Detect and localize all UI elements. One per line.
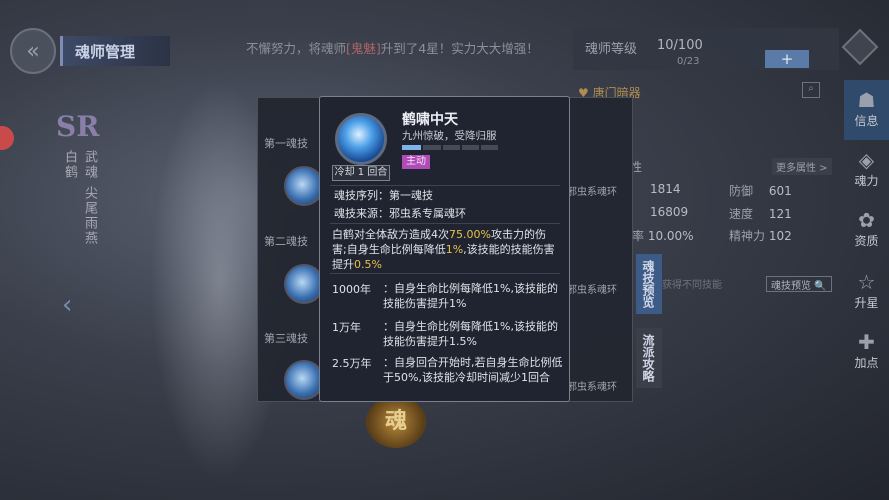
skill-icon: [335, 113, 387, 165]
info-icon: ☗: [857, 88, 876, 112]
skill-row-3-label: 第三魂技: [264, 332, 308, 345]
year-1000-text: ：自身生命比例每降低1%,该技能的技能伤害提升1%: [383, 282, 558, 310]
more-attributes-button[interactable]: 更多属性 >: [772, 158, 832, 175]
wuhun-name: 尖尾雨燕: [82, 186, 97, 246]
soul-power-icon: ◈: [858, 148, 875, 172]
prev-arrow-icon[interactable]: ‹: [62, 290, 72, 320]
menu-diamond-icon[interactable]: [841, 28, 879, 66]
character-name: 白鹤: [62, 150, 77, 180]
skill-row-2-label: 第二魂技: [264, 235, 308, 248]
stat-hp: 1814: [650, 182, 681, 196]
back-button[interactable]: «: [10, 28, 56, 74]
filter-hint: 获得不同技能: [662, 280, 722, 291]
skill-2-ring: 邪虫系魂环: [567, 285, 617, 296]
skill-tooltip: 冷却 1 回合 鹤啸中天 九州惊破，受降归服 主动 魂技序列：第一魂技 魂技来源…: [319, 96, 570, 402]
skill-3-icon[interactable]: [284, 360, 324, 400]
skill-source: 魂技来源：邪虫系专属魂环: [334, 207, 466, 220]
aptitude-icon: ✿: [858, 208, 875, 232]
stat-atk: 16809: [650, 205, 689, 219]
soul-emblem: 魂: [366, 396, 426, 448]
skill-row-1-label: 第一魂技: [264, 137, 308, 150]
skill-type-tag: 主动: [402, 155, 430, 169]
tab-star-up[interactable]: ☆ 升星: [844, 262, 889, 322]
stat-spd: 速度 121: [729, 207, 792, 221]
search-icon[interactable]: ⌕: [802, 82, 820, 98]
double-chevron-icon: «: [26, 38, 40, 64]
tab-aptitude[interactable]: ✿ 资质: [844, 200, 889, 260]
rarity-badge: SR: [56, 110, 100, 143]
skill-progress-bar: [402, 145, 498, 150]
skill-3-ring: 邪虫系魂环: [567, 382, 617, 393]
skill-2-icon[interactable]: [284, 264, 324, 304]
page-title: 魂师管理: [75, 43, 136, 61]
star-icon: ☆: [857, 270, 876, 294]
side-red-icon[interactable]: [0, 126, 14, 150]
upgrade-notice: 不懈努力，将魂师[鬼魅]升到了4星！实力大大增强！: [246, 41, 539, 56]
tab-add-point[interactable]: ✚ 加点: [844, 322, 889, 382]
skill-preview-button[interactable]: 魂技预览 🔍: [766, 276, 832, 292]
year-25000-text: ：自身回合开始时,若自身生命比例低于50%,该技能冷却时间减少1回合: [383, 356, 563, 384]
tab-soul-power[interactable]: ◈ 魂力: [844, 140, 889, 200]
tab-skill-preview[interactable]: 魂技预览: [636, 254, 662, 314]
skill-description: 白鹤对全体敌方造成4次75.00%攻击力的伤害;自身生命比例每降低1%,该技能的…: [332, 228, 555, 271]
year-10000-text: ：自身生命比例每降低1%,该技能的技能伤害提升1.5%: [383, 320, 558, 348]
skill-sequence: 魂技序列：第一魂技: [334, 189, 433, 202]
tab-info[interactable]: ☗ 信息: [844, 80, 889, 140]
level-label: 魂师等级: [585, 42, 638, 57]
year-25000-label: 2.5万年: [332, 357, 372, 370]
add-point-icon: ✚: [858, 330, 875, 354]
cooldown-label: 冷却 1 回合: [332, 165, 390, 181]
level-up-button[interactable]: +: [765, 50, 809, 68]
year-1000-label: 1000年: [332, 283, 371, 296]
level-exp: 0/23: [677, 56, 700, 67]
page-title-bar: 魂师管理: [60, 36, 170, 66]
level-value: 10/100: [657, 38, 703, 53]
tab-strategy[interactable]: 流派攻略: [636, 328, 662, 388]
divider: [330, 273, 560, 274]
wuhun-label: 武魂: [82, 150, 97, 180]
skill-1-icon[interactable]: [284, 166, 324, 206]
stat-mental: 精神力 102: [729, 229, 792, 243]
skill-subtitle: 九州惊破，受降归服: [402, 130, 497, 142]
divider: [330, 185, 560, 186]
stat-def: 防御 601: [729, 184, 792, 198]
divider: [330, 223, 560, 224]
skill-name: 鹤啸中天: [402, 112, 458, 128]
stat-crit: 率 10.00%: [632, 229, 694, 243]
year-10000-label: 1万年: [332, 321, 361, 334]
skill-1-ring: 邪虫系魂环: [567, 187, 617, 198]
